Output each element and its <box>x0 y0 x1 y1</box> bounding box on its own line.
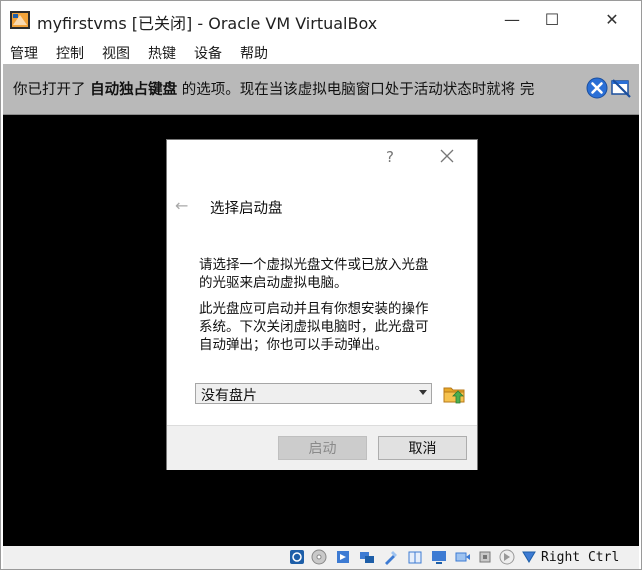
menu-hotkeys[interactable]: 热键 <box>148 43 176 63</box>
dialog-close-icon[interactable] <box>437 146 457 166</box>
close-icon: ✕ <box>605 9 619 29</box>
notification-prefix: 你已打开了 <box>13 82 91 98</box>
dialog-heading: 选择启动盘 <box>210 201 283 217</box>
host-key-label: Right Ctrl <box>541 550 620 565</box>
title-bar[interactable]: myfirstvms [已关闭] - Oracle VM VirtualBox … <box>1 1 641 39</box>
shared-folder-icon[interactable] <box>407 549 423 565</box>
note-line: 系统。下次关闭虚拟电脑时，此光盘可 <box>199 319 429 335</box>
chevron-down-icon <box>419 390 427 395</box>
cpu-icon[interactable] <box>477 549 493 565</box>
disk-selector-value: 没有盘片 <box>201 388 257 404</box>
virtualbox-app-icon[interactable] <box>10 11 30 29</box>
video-capture-icon[interactable] <box>455 549 471 565</box>
start-button[interactable]: 启动 <box>278 436 367 460</box>
mouse-integration-icon[interactable] <box>499 549 515 565</box>
menu-manage[interactable]: 管理 <box>10 43 38 63</box>
dialog-instruction: 请选择一个虚拟光盘文件或已放入光盘 的光驱来启动虚拟电脑。 <box>199 256 469 292</box>
keyboard-capture-icon[interactable] <box>521 549 537 565</box>
minimize-icon: — <box>504 9 520 29</box>
menu-bar: 管理 控制 视图 热键 设备 帮助 <box>1 39 641 64</box>
cancel-button[interactable]: 取消 <box>378 436 467 460</box>
notification-bold: 自动独占键盘 <box>90 82 178 98</box>
dialog-button-bar: 启动 取消 <box>167 425 477 470</box>
menu-control[interactable]: 控制 <box>56 43 84 63</box>
audio-icon[interactable] <box>335 549 351 565</box>
window-title: myfirstvms [已关闭] - Oracle VM VirtualBox <box>37 14 378 33</box>
instruction-line: 请选择一个虚拟光盘文件或已放入光盘 <box>199 257 429 273</box>
back-arrow-icon[interactable]: ← <box>175 196 188 215</box>
notification-text: 你已打开了 自动独占键盘 的选项。现在当该虚拟电脑窗口处于活动状态时就将 完 <box>13 78 573 99</box>
maximize-icon: ☐ <box>544 9 560 29</box>
optical-drive-icon[interactable] <box>311 549 327 565</box>
menu-help[interactable]: 帮助 <box>240 43 268 63</box>
menu-devices[interactable]: 设备 <box>194 43 222 63</box>
select-startup-disk-dialog: ? ← 选择启动盘 请选择一个虚拟光盘文件或已放入光盘 的光驱来启动虚拟电脑。 … <box>166 139 478 470</box>
dialog-note: 此光盘应可启动并且有你想安装的操作 系统。下次关闭虚拟电脑时，此光盘可 自动弹出… <box>199 300 469 354</box>
display-icon[interactable] <box>431 549 447 565</box>
disk-selector[interactable]: 没有盘片 <box>195 383 432 404</box>
close-button[interactable]: ✕ <box>589 1 635 37</box>
usb-icon[interactable] <box>383 549 399 565</box>
help-icon[interactable]: ? <box>386 148 394 166</box>
notification-suffix: 的选项。现在当该虚拟电脑窗口处于活动状态时就将 完 <box>177 82 535 98</box>
network-icon[interactable] <box>359 549 375 565</box>
notification-hide-icon[interactable] <box>609 76 633 100</box>
notification-close-icon[interactable] <box>586 77 608 99</box>
status-bar: Right Ctrl <box>3 546 639 569</box>
maximize-button[interactable]: ☐ <box>529 1 575 37</box>
choose-disk-file-icon[interactable] <box>443 383 465 405</box>
virtualbox-window: myfirstvms [已关闭] - Oracle VM VirtualBox … <box>0 0 642 570</box>
notification-bar: 你已打开了 自动独占键盘 的选项。现在当该虚拟电脑窗口处于活动状态时就将 完 <box>3 64 639 115</box>
menu-view[interactable]: 视图 <box>102 43 130 63</box>
hard-disk-icon[interactable] <box>289 549 305 565</box>
instruction-line: 的光驱来启动虚拟电脑。 <box>199 275 348 291</box>
note-line: 此光盘应可启动并且有你想安装的操作 <box>199 301 429 317</box>
note-line: 自动弹出；你也可以手动弹出。 <box>199 337 388 353</box>
